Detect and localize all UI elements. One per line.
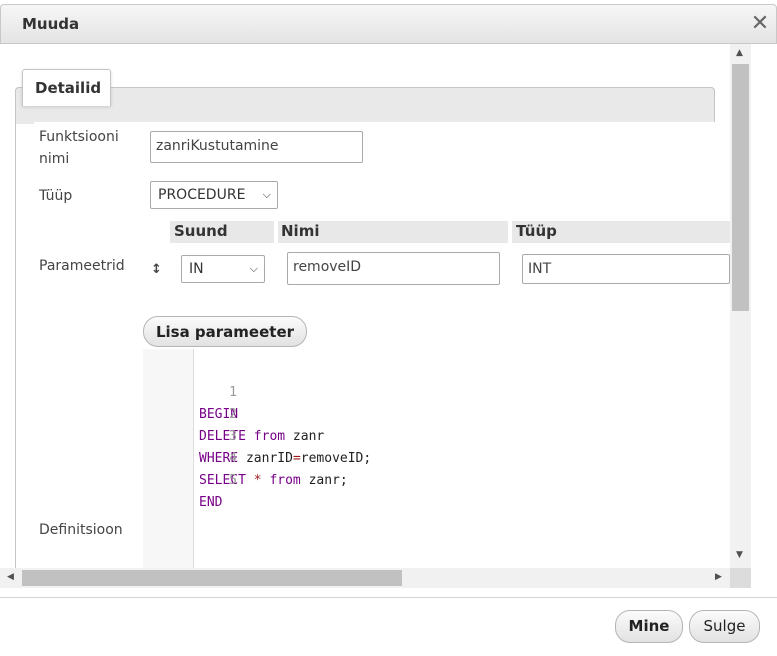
dialog-title: Muuda bbox=[22, 15, 80, 33]
horizontal-scrollbar[interactable]: ◀ ▶ bbox=[0, 568, 730, 588]
arrow-left-icon[interactable]: ◀ bbox=[7, 572, 14, 582]
code-line: 5 END bbox=[143, 448, 237, 510]
dialog-content: Detailid Funktsiooni nimi zanriKustutami… bbox=[0, 44, 777, 588]
params-header-type: Tüüp bbox=[516, 222, 557, 240]
add-parameter-button[interactable]: Lisa parameeter bbox=[143, 316, 307, 347]
params-header: Suund Nimi Tüüp bbox=[170, 221, 730, 243]
code-editor[interactable]: 1 BEGIN 2 DELETE from zanr 3 WHERE zanrI… bbox=[143, 349, 730, 588]
close-icon[interactable]: ✕ bbox=[748, 12, 772, 36]
chevron-down-icon: ⌵ bbox=[249, 262, 258, 275]
function-name-input[interactable]: zanriKustutamine bbox=[150, 131, 363, 163]
dialog-footer: Mine Sulge bbox=[0, 597, 777, 656]
ok-button[interactable]: Mine bbox=[615, 610, 683, 643]
tab-details[interactable]: Detailid bbox=[22, 69, 111, 106]
arrow-right-icon[interactable]: ▶ bbox=[715, 572, 722, 582]
arrow-down-icon[interactable]: ▼ bbox=[736, 550, 743, 560]
type-select[interactable]: PROCEDURE ⌵ bbox=[150, 181, 278, 209]
vertical-scrollbar[interactable]: ▲ ▼ bbox=[730, 44, 751, 588]
vertical-scroll-thumb[interactable] bbox=[732, 64, 749, 311]
line-number: 5 bbox=[229, 473, 237, 488]
param-name-input[interactable]: removeID bbox=[287, 252, 500, 285]
definition-label: Definitsioon bbox=[39, 522, 123, 538]
code-line: 3 WHERE zanrID=removeID; bbox=[143, 404, 371, 466]
scrollbar-corner bbox=[730, 568, 751, 588]
param-type-input[interactable]: INT bbox=[522, 254, 730, 284]
horizontal-scroll-thumb[interactable] bbox=[22, 570, 402, 586]
line-number: 4 bbox=[229, 451, 237, 466]
close-button[interactable]: Sulge bbox=[689, 610, 760, 643]
params-header-name: Nimi bbox=[281, 222, 320, 240]
code-line: 2 DELETE from zanr bbox=[143, 382, 324, 444]
type-select-value: PROCEDURE bbox=[158, 187, 246, 203]
drag-handle-icon[interactable]: ↕ bbox=[151, 259, 162, 281]
tab-header-bar bbox=[15, 87, 715, 124]
type-label: Tüüp bbox=[39, 188, 73, 204]
code-line: 1 BEGIN bbox=[143, 360, 238, 422]
function-name-label: Funktsiooni nimi bbox=[39, 129, 119, 167]
arrow-up-icon[interactable]: ▲ bbox=[736, 48, 743, 58]
params-header-direction: Suund bbox=[174, 222, 228, 240]
line-number: 3 bbox=[229, 429, 237, 444]
params-label: Parameetrid bbox=[39, 258, 125, 274]
code-line: 4 SELECT * from zanr; bbox=[143, 426, 348, 488]
code-text: END bbox=[199, 495, 223, 510]
param-direction-value: IN bbox=[189, 261, 204, 277]
line-number: 2 bbox=[229, 407, 237, 422]
chevron-down-icon: ⌵ bbox=[262, 188, 271, 201]
dialog-titlebar: Muuda ✕ bbox=[0, 4, 777, 44]
line-number: 1 bbox=[229, 385, 237, 400]
param-direction-select[interactable]: IN ⌵ bbox=[181, 255, 265, 283]
